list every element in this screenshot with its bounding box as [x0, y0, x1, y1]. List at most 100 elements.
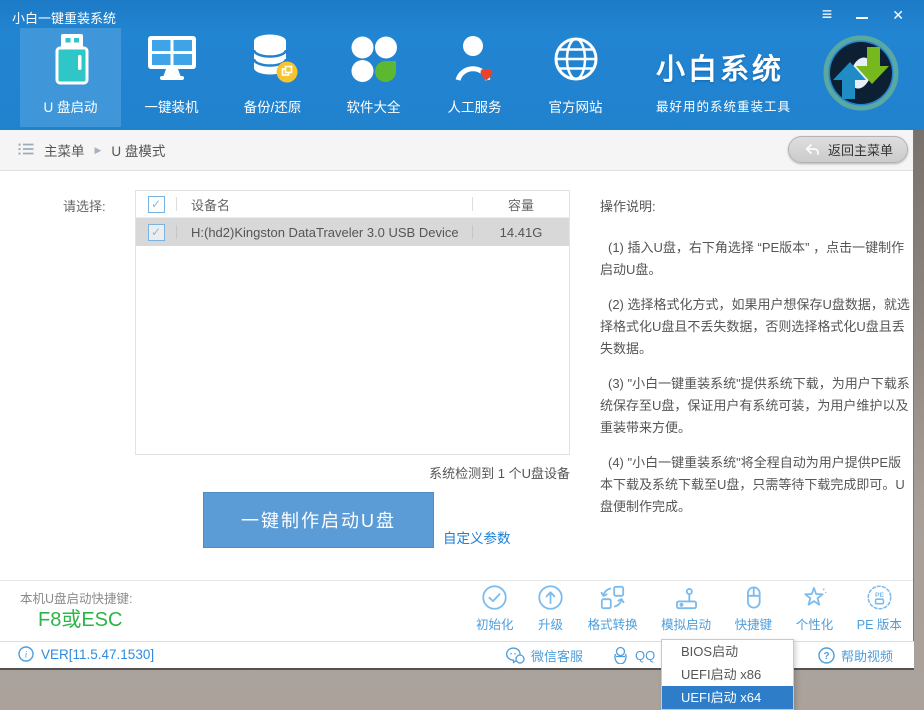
- tool-upgrade[interactable]: 升级: [537, 584, 564, 633]
- select-label: 请选择:: [63, 196, 106, 215]
- nav-item-one-key-install[interactable]: 一键装机: [121, 28, 222, 127]
- nav-item-software-center[interactable]: 软件大全: [323, 28, 424, 127]
- nav-label: 软件大全: [347, 96, 401, 116]
- tool-initialize[interactable]: 初始化: [476, 584, 514, 633]
- nav-item-support[interactable]: 人工服务: [424, 28, 525, 127]
- brand-name: 小白系统: [656, 46, 791, 88]
- window-right-edge: [913, 128, 914, 668]
- apps-clover-icon: [349, 29, 399, 89]
- tool-hotkeys[interactable]: 快捷键: [735, 584, 773, 633]
- capacity-cell: 14.41G: [473, 225, 569, 240]
- nav-label: 一键装机: [145, 96, 199, 116]
- close-icon[interactable]: ✕: [892, 6, 904, 24]
- nav-label: 备份/还原: [244, 96, 302, 116]
- wechat-label: 微信客服: [531, 646, 583, 665]
- tool-label: 初始化: [476, 614, 514, 633]
- nav-item-usb-boot[interactable]: U 盘启动: [20, 28, 121, 127]
- detect-status-text: 系统检测到 1 个U盘设备: [135, 463, 570, 482]
- row-checkbox[interactable]: ✓: [148, 224, 165, 241]
- back-arrow-icon: [803, 143, 820, 156]
- tool-pe-version[interactable]: PE PE 版本: [857, 584, 902, 633]
- dropdown-item-uefi-x64[interactable]: UEFI启动 x64: [662, 686, 793, 709]
- breadcrumb: 主菜单 ▶ U 盘模式 返回主菜单: [0, 130, 914, 171]
- app-title: 小白一键重装系统: [12, 8, 116, 27]
- dropdown-item-uefi-x86[interactable]: UEFI启动 x86: [662, 663, 793, 686]
- nav-item-backup-restore[interactable]: 备份/还原: [222, 28, 323, 127]
- wechat-support-link[interactable]: 微信客服: [505, 646, 583, 665]
- minimize-icon[interactable]: [856, 6, 868, 19]
- nav-label: U 盘启动: [44, 96, 98, 116]
- tool-simulate-boot[interactable]: 模拟启动: [661, 584, 711, 633]
- nav-item-official-site[interactable]: 官方网站: [525, 28, 626, 127]
- nav-label: 官方网站: [549, 96, 603, 116]
- svg-text:i: i: [25, 650, 28, 660]
- backup-disks-icon: [247, 29, 299, 89]
- info-icon: i: [18, 646, 34, 662]
- joystick-icon: [673, 584, 700, 611]
- brand-block: 小白系统 最好用的系统重装工具: [656, 46, 791, 115]
- tool-personalize[interactable]: 个性化: [796, 584, 834, 633]
- support-person-icon: [450, 29, 500, 89]
- back-button-label: 返回主菜单: [828, 140, 893, 159]
- instruction-step: (1) 插入U盘，右下角选择 “PE版本” ，点击一键制作启动U盘。: [600, 237, 912, 281]
- dropdown-item-bios[interactable]: BIOS启动: [662, 640, 793, 663]
- svg-text:?: ?: [823, 651, 829, 662]
- tool-label: 个性化: [796, 614, 834, 633]
- device-table: ✓ 设备名 容量 ✓ H:(hd2)Kingston DataTraveler …: [135, 190, 570, 455]
- version-info: i VER[11.5.47.1530]: [18, 646, 154, 662]
- qq-label: QQ: [635, 648, 655, 663]
- svg-text:PE: PE: [875, 592, 885, 599]
- tool-label: 升级: [538, 614, 563, 633]
- tool-label: 格式转换: [588, 614, 638, 633]
- instruction-step: (2) 选择格式化方式，如果用户想保存U盘数据，就选择格式化U盘且不丢失数据，否…: [600, 294, 912, 360]
- instruction-step: (3) "小白一键重装系统"提供系统下载，为用户下载系统保存至U盘，保证用户有系…: [600, 373, 912, 439]
- hotkey-value: F8或ESC: [38, 603, 122, 632]
- boot-type-dropdown: BIOS启动 UEFI启动 x86 UEFI启动 x64: [661, 639, 794, 710]
- tool-format-convert[interactable]: 格式转换: [588, 584, 638, 633]
- breadcrumb-current: U 盘模式: [111, 140, 165, 160]
- monitor-icon: [145, 29, 199, 89]
- column-header-capacity[interactable]: 容量: [473, 195, 569, 214]
- help-label: 帮助视频: [841, 646, 893, 665]
- help-video-link[interactable]: ? 帮助视频: [818, 646, 893, 665]
- device-table-header: ✓ 设备名 容量: [136, 191, 569, 218]
- breadcrumb-root[interactable]: 主菜单: [44, 140, 85, 160]
- app-header: 小白一键重装系统 ≡ ✕ U 盘启动: [0, 0, 924, 130]
- question-icon: ?: [818, 647, 835, 664]
- tool-label: 模拟启动: [661, 614, 711, 633]
- version-text: VER[11.5.47.1530]: [41, 647, 154, 662]
- qq-icon: [612, 646, 629, 664]
- usb-drive-icon: [46, 29, 96, 89]
- brand-slogan: 最好用的系统重装工具: [656, 96, 791, 115]
- wechat-icon: [505, 647, 525, 664]
- breadcrumb-arrow-icon: ▶: [95, 145, 102, 156]
- back-to-main-menu-button[interactable]: 返回主菜单: [788, 136, 908, 163]
- make-boot-usb-button[interactable]: 一键制作启动U盘: [203, 492, 434, 548]
- device-name-cell: H:(hd2)Kingston DataTraveler 3.0 USB Dev…: [177, 225, 472, 240]
- star-icon: [801, 584, 828, 611]
- instruction-step: (4) "小白一键重装系统"将全程自动为用户提供PE版本下载及系统下载至U盘，只…: [600, 452, 912, 518]
- custom-params-link[interactable]: 自定义参数: [443, 527, 511, 547]
- toolbar: 初始化 升级 格式转换 模拟启动: [476, 584, 902, 633]
- nav-label: 人工服务: [448, 96, 502, 116]
- window-controls: ≡ ✕: [822, 6, 904, 26]
- main-nav: U 盘启动 一键装机: [20, 28, 626, 127]
- check-circle-icon: [481, 584, 508, 611]
- instructions-panel: 操作说明: (1) 插入U盘，右下角选择 “PE版本” ，点击一键制作启动U盘。…: [600, 196, 912, 531]
- mouse-icon: [740, 584, 767, 611]
- list-icon: [18, 142, 34, 159]
- upgrade-arrow-circle-icon: [537, 584, 564, 611]
- globe-icon: [550, 29, 602, 89]
- pe-circle-icon: PE: [866, 584, 893, 611]
- tool-label: 快捷键: [735, 614, 773, 633]
- table-row[interactable]: ✓ H:(hd2)Kingston DataTraveler 3.0 USB D…: [136, 218, 569, 246]
- app-window: 小白一键重装系统 ≡ ✕ U 盘启动: [0, 0, 914, 668]
- column-header-device[interactable]: 设备名: [177, 195, 472, 214]
- tool-label: PE 版本: [857, 614, 902, 633]
- instructions-title: 操作说明:: [600, 196, 912, 218]
- qq-support-link[interactable]: QQ: [612, 646, 655, 664]
- menu-icon[interactable]: ≡: [822, 6, 833, 22]
- format-convert-icon: [599, 584, 626, 611]
- footer-divider: [0, 580, 914, 581]
- select-all-checkbox[interactable]: ✓: [148, 196, 165, 213]
